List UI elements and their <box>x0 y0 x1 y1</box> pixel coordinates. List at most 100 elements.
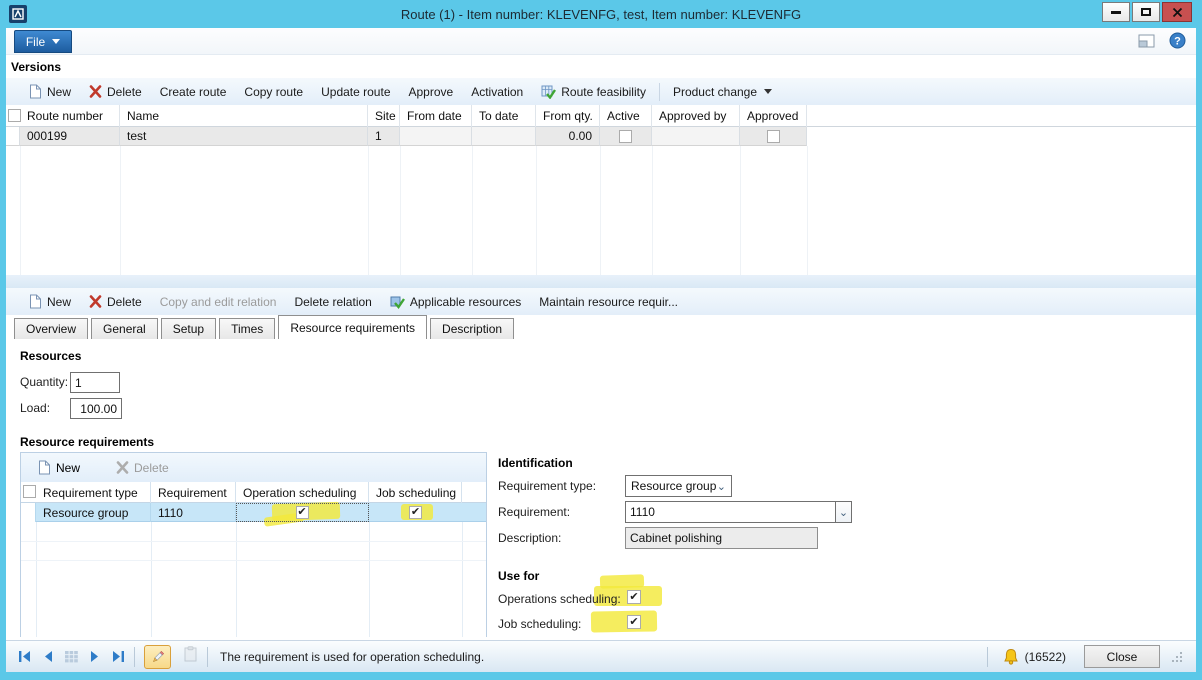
column-header[interactable]: Operation scheduling <box>236 482 369 503</box>
layout-icon[interactable] <box>1138 34 1155 48</box>
pane-splitter[interactable] <box>6 275 1196 288</box>
rr-new-button[interactable]: New <box>29 453 89 482</box>
last-record-icon[interactable] <box>111 650 125 663</box>
from-qty-cell[interactable]: 0.00 <box>536 127 600 146</box>
column-header[interactable]: Approved by <box>652 105 740 127</box>
load-field[interactable]: 100.00 <box>70 398 122 419</box>
to-date-cell[interactable] <box>472 127 536 146</box>
previous-record-icon[interactable] <box>42 650 54 663</box>
requirement-field[interactable]: 1110 <box>625 501 836 523</box>
new-page-icon <box>38 460 51 475</box>
update-route-button[interactable]: Update route <box>312 78 399 105</box>
column-header[interactable]: Site <box>368 105 400 127</box>
product-change-button[interactable]: Product change <box>664 78 781 105</box>
requirement-type-cell[interactable]: Resource group <box>36 503 151 522</box>
file-menu-label: File <box>26 35 45 49</box>
tab-general[interactable]: General <box>91 318 158 339</box>
applicable-resources-icon <box>390 295 405 309</box>
grid-column-line <box>472 146 473 275</box>
clipboard-button[interactable] <box>183 646 198 667</box>
column-header[interactable]: Job scheduling <box>369 482 462 503</box>
window-body: File ? Versions <box>6 28 1196 672</box>
column-header[interactable]: Requirement <box>151 482 236 503</box>
site-cell[interactable]: 1 <box>368 127 400 146</box>
svg-text:?: ? <box>1174 35 1181 47</box>
tab-overview[interactable]: Overview <box>14 318 88 339</box>
new-button[interactable]: New <box>20 78 80 105</box>
grid-view-icon[interactable] <box>64 650 79 663</box>
job-scheduling-checkbox[interactable]: ✔ <box>627 615 641 629</box>
resize-grip-icon[interactable] <box>1172 652 1182 662</box>
next-record-icon[interactable] <box>89 650 101 663</box>
table-row[interactable]: 000199 test 1 0.00 <box>6 127 1196 146</box>
column-header[interactable]: Active <box>600 105 652 127</box>
quantity-field[interactable]: 1 <box>70 372 120 393</box>
applicable-resources-button[interactable]: Applicable resources <box>381 288 530 315</box>
operations-scheduling-checkbox[interactable]: ✔ <box>627 590 641 604</box>
approve-button[interactable]: Approve <box>400 78 463 105</box>
delete-label: Delete <box>107 295 142 309</box>
column-header[interactable]: From date <box>400 105 472 127</box>
identification-section-label: Identification <box>498 456 573 470</box>
active-checkbox[interactable] <box>619 130 632 143</box>
job-scheduling-checkbox[interactable]: ✔ <box>409 506 422 519</box>
grid-column-line <box>400 146 401 275</box>
approved-cell[interactable] <box>740 127 807 146</box>
copy-route-button[interactable]: Copy route <box>235 78 312 105</box>
copy-and-edit-relation-button[interactable]: Copy and edit relation <box>151 288 286 315</box>
operations-scheduling-label: Operations scheduling: <box>498 592 621 606</box>
table-row[interactable]: Resource group 1110 ✔ ✔ <box>21 503 486 522</box>
delete-button[interactable]: Delete <box>80 78 151 105</box>
name-cell[interactable]: test <box>120 127 368 146</box>
column-header[interactable]: Route number <box>20 105 120 127</box>
create-route-button[interactable]: Create route <box>151 78 236 105</box>
grid-column-line <box>462 522 463 637</box>
column-header[interactable]: Name <box>120 105 368 127</box>
delete-relation-row-button[interactable]: Delete <box>80 288 151 315</box>
edit-mode-button[interactable] <box>144 645 171 669</box>
first-record-icon[interactable] <box>18 650 32 663</box>
tab-setup[interactable]: Setup <box>161 318 216 339</box>
rr-delete-button[interactable]: Delete <box>107 453 178 482</box>
close-window-button[interactable] <box>1162 2 1192 22</box>
grid-row-line <box>21 541 486 542</box>
bell-icon[interactable] <box>1003 648 1019 665</box>
maximize-button[interactable] <box>1132 2 1160 22</box>
notification-count: (16522) <box>1025 650 1066 664</box>
versions-toolbar: New Delete Create route Copy route Updat… <box>6 78 1196 105</box>
route-feasibility-label: Route feasibility <box>561 85 646 99</box>
column-header[interactable]: From qty. <box>536 105 600 127</box>
delete-relation-button[interactable]: Delete relation <box>285 288 380 315</box>
active-cell[interactable] <box>600 127 652 146</box>
new-relation-button[interactable]: New <box>20 288 80 315</box>
focused-cell-border <box>236 503 369 522</box>
grid-column-line <box>807 146 808 275</box>
tab-times[interactable]: Times <box>219 318 275 339</box>
approved-by-cell[interactable] <box>652 127 740 146</box>
edit-pencil-icon <box>151 650 165 664</box>
column-header[interactable]: To date <box>472 105 536 127</box>
route-feasibility-button[interactable]: Route feasibility <box>532 78 655 105</box>
file-menu-button[interactable]: File <box>14 30 72 53</box>
activation-button[interactable]: Activation <box>462 78 532 105</box>
route-number-cell[interactable]: 000199 <box>20 127 120 146</box>
approved-checkbox[interactable] <box>767 130 780 143</box>
column-header[interactable]: Requirement type <box>36 482 151 503</box>
tab-description[interactable]: Description <box>430 318 514 339</box>
job-scheduling-cell[interactable]: ✔ <box>369 503 462 522</box>
maintain-resource-requirements-button[interactable]: Maintain resource requir... <box>530 288 687 315</box>
rr-select-all-checkbox[interactable] <box>23 485 36 498</box>
route-feasibility-icon <box>541 85 556 99</box>
tab-resource-requirements[interactable]: Resource requirements <box>278 315 427 339</box>
close-button[interactable]: Close <box>1084 645 1160 668</box>
requirement-cell[interactable]: 1110 <box>151 503 236 522</box>
column-header[interactable]: Approved <box>740 105 807 127</box>
requirement-dropdown-button[interactable]: ⌄ <box>835 501 852 523</box>
help-icon[interactable]: ? <box>1169 32 1186 49</box>
requirement-type-select[interactable]: Resource group ⌄ <box>625 475 732 497</box>
delete-label: Delete <box>134 461 169 475</box>
from-date-cell[interactable] <box>400 127 472 146</box>
row-select-cell[interactable] <box>6 127 20 146</box>
row-select-cell[interactable] <box>21 503 36 522</box>
minimize-button[interactable] <box>1102 2 1130 22</box>
